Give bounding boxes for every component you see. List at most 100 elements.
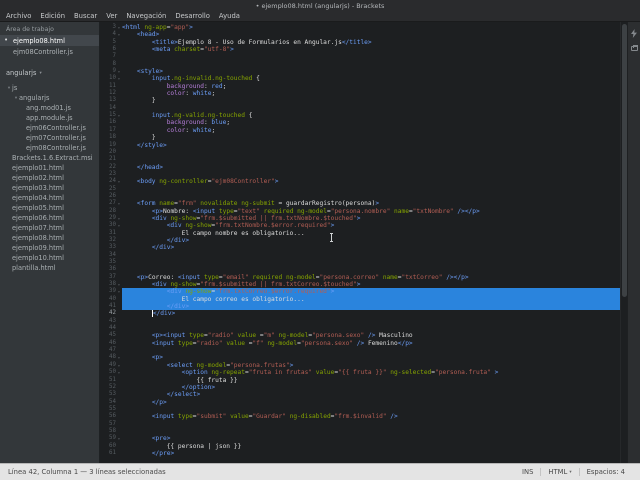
code-text[interactable]: {{ persona | json }}	[122, 443, 620, 450]
code-area[interactable]: 3 ▾ <html ng-app="app"> 4 ▾ <head> 5 <title>E…	[100, 22, 620, 463]
code-line[interactable]: 37 <p>Correo: <input type="email" requir…	[100, 274, 620, 281]
gutter[interactable]: 15 ▾	[100, 112, 122, 119]
code-text[interactable]	[122, 428, 620, 435]
code-text[interactable]	[122, 421, 620, 428]
file-ejemplo01-html[interactable]: ejemplo01.html	[0, 163, 99, 173]
code-line[interactable]: 27 ▾ <form name="frm" novalidate ng-submi…	[100, 200, 620, 207]
code-line[interactable]: 58	[100, 428, 620, 435]
code-line[interactable]: 3 ▾ <html ng-app="app">	[100, 24, 620, 31]
working-file-ejemplo08-html[interactable]: • ejemplo08.html	[0, 35, 99, 46]
code-text[interactable]	[122, 53, 620, 60]
folder-angularjs[interactable]: ▾ angularjs	[0, 93, 99, 103]
code-text[interactable]	[122, 171, 620, 178]
menu-ver[interactable]: Ver	[106, 12, 117, 20]
file-ejemplo07-html[interactable]: ejemplo07.html	[0, 223, 99, 233]
code-text[interactable]: </pre>	[122, 450, 620, 457]
code-line[interactable]: 38 ▾ <div ng-show="frm.$submitted || frm.…	[100, 281, 620, 288]
code-line[interactable]: 14	[100, 105, 620, 112]
menu-edici-n[interactable]: Edición	[40, 12, 65, 20]
gutter[interactable]: 34	[100, 252, 122, 259]
menu-archivo[interactable]: Archivo	[6, 12, 31, 20]
code-text[interactable]: }	[122, 134, 620, 141]
code-text[interactable]: <option ng-repeat="fruta in frutas" valu…	[122, 369, 620, 376]
code-line[interactable]: 29 ▾ <div ng-show="frm.$submitted || frm.…	[100, 215, 620, 222]
code-text[interactable]: input.ng-valid.ng-touched {	[122, 112, 620, 119]
code-line[interactable]: 34	[100, 252, 620, 259]
file-ejemplo04-html[interactable]: ejemplo04.html	[0, 193, 99, 203]
gutter[interactable]: 48 ▾	[100, 354, 122, 361]
gutter[interactable]: 45	[100, 332, 122, 339]
code-text[interactable]: <div ng-show="frm.txtCorreo.$error.requi…	[122, 288, 620, 296]
code-line[interactable]: 13 }	[100, 97, 620, 104]
code-text[interactable]: }	[122, 97, 620, 104]
gutter[interactable]: 61	[100, 450, 122, 457]
gutter[interactable]: 33	[100, 244, 122, 251]
gutter[interactable]: 29 ▾	[100, 215, 122, 222]
gutter[interactable]: 13	[100, 97, 122, 104]
code-text[interactable]: </div>	[122, 237, 620, 244]
code-text[interactable]: </div>	[122, 244, 620, 251]
gutter[interactable]: 16	[100, 119, 122, 126]
code-text[interactable]	[122, 406, 620, 413]
code-text[interactable]	[122, 259, 620, 266]
code-line[interactable]: 10 ▾ input.ng-invalid.ng-touched {	[100, 75, 620, 82]
code-line[interactable]: 54 </p>	[100, 399, 620, 406]
file-ejemplo09-html[interactable]: ejemplo09.html	[0, 243, 99, 253]
code-line[interactable]: 7	[100, 53, 620, 60]
code-line[interactable]: 50 ▾ <option ng-repeat="fruta in frutas" …	[100, 369, 620, 376]
status-indent-setting[interactable]: Espacios: 4	[578, 468, 632, 476]
code-line[interactable]: 57	[100, 421, 620, 428]
window-titlebar[interactable]: • ejemplo08.html (angularjs) - Brackets	[0, 0, 640, 11]
gutter[interactable]: 18	[100, 134, 122, 141]
code-line[interactable]: 9 ▾ <style>	[100, 68, 620, 75]
code-line[interactable]: 49 ▾ <select ng-model="persona.frutas">	[100, 362, 620, 369]
status-overwrite-toggle[interactable]: INS	[515, 468, 540, 476]
code-text[interactable]	[122, 61, 620, 68]
gutter[interactable]: 55	[100, 406, 122, 413]
gutter[interactable]: 42	[100, 310, 122, 317]
code-line[interactable]: 22 </head>	[100, 164, 620, 171]
code-text[interactable]	[122, 193, 620, 200]
code-line[interactable]: 51 {{ fruta }}	[100, 377, 620, 384]
code-line[interactable]: 61 </pre>	[100, 450, 620, 457]
status-language-selector[interactable]: HTML ▾	[540, 468, 578, 476]
code-text[interactable]	[122, 156, 620, 163]
code-line[interactable]: 31 El campo nombre es obligatorio...	[100, 230, 620, 237]
gutter[interactable]: 58	[100, 428, 122, 435]
gutter[interactable]: 5	[100, 39, 122, 46]
vertical-scrollbar[interactable]	[620, 22, 627, 463]
file-ejm06controller-js[interactable]: ejm06Controller.js	[0, 123, 99, 133]
gutter[interactable]: 30 ▾	[100, 222, 122, 229]
gutter[interactable]: 38 ▾	[100, 281, 122, 288]
gutter[interactable]: 37	[100, 274, 122, 281]
code-line[interactable]: 32 </div>	[100, 237, 620, 244]
code-text[interactable]: {{ fruta }}	[122, 377, 620, 384]
code-text[interactable]: <div ng-show="frm.$submitted || frm.txtN…	[122, 215, 620, 222]
code-line[interactable]: 36	[100, 266, 620, 273]
code-text[interactable]: </style>	[122, 142, 620, 149]
code-line[interactable]: 28 <p>Nombre: <input type="text" require…	[100, 208, 620, 215]
code-text[interactable]: background: red;	[122, 83, 620, 90]
code-line[interactable]: 53 </select>	[100, 391, 620, 398]
menu-buscar[interactable]: Buscar	[74, 12, 97, 20]
code-text[interactable]: <meta charset="utf-8">	[122, 46, 620, 53]
code-text[interactable]	[122, 149, 620, 156]
gutter[interactable]: 26	[100, 193, 122, 200]
code-line[interactable]: 23	[100, 171, 620, 178]
code-line[interactable]: 18 }	[100, 134, 620, 141]
code-line[interactable]: 20	[100, 149, 620, 156]
code-text[interactable]: <form name="frm" novalidate ng-submit = …	[122, 200, 620, 207]
gutter[interactable]: 31	[100, 230, 122, 237]
gutter[interactable]: 7	[100, 53, 122, 60]
code-text[interactable]: <body ng-controller="ejm08Controller">	[122, 178, 620, 185]
code-text[interactable]: <style>	[122, 68, 620, 75]
code-text[interactable]: El campo nombre es obligatorio...	[122, 230, 620, 237]
code-line[interactable]: 40 El campo correo es obligatorio...	[100, 295, 620, 304]
gutter[interactable]: 6	[100, 46, 122, 53]
file-ejm08controller-js[interactable]: ejm08Controller.js	[0, 143, 99, 153]
file-ejemplo08-html[interactable]: ejemplo08.html	[0, 233, 99, 243]
gutter[interactable]: 36	[100, 266, 122, 273]
code-text[interactable]	[122, 318, 620, 325]
scrollbar-thumb[interactable]	[622, 24, 627, 298]
gutter[interactable]: 50 ▾	[100, 369, 122, 376]
